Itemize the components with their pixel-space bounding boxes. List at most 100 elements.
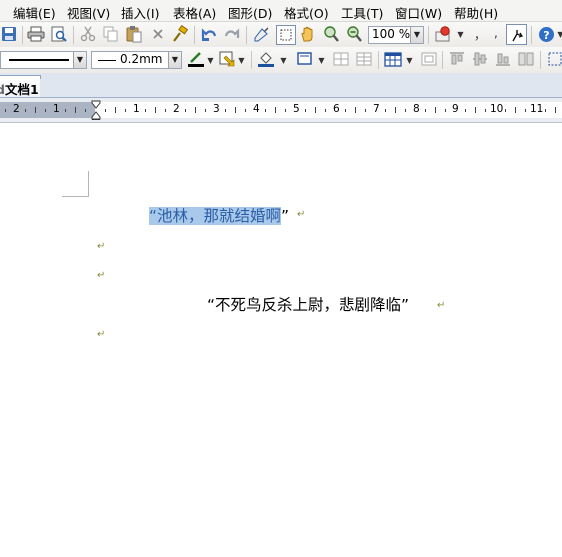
line-width-preview: [98, 60, 116, 61]
paste-icon[interactable]: [125, 25, 143, 43]
ruler-number: 7: [373, 103, 380, 115]
ruler-tick: [325, 109, 326, 112]
table-split-icon[interactable]: [355, 50, 373, 68]
zoom-combo[interactable]: 100 % ▼: [368, 26, 424, 44]
line-style-combo[interactable]: ▼: [0, 51, 87, 69]
menu-edit[interactable]: 编辑(E): [13, 3, 56, 22]
chevron-down-icon[interactable]: ▼: [168, 52, 181, 68]
cut-icon[interactable]: [79, 25, 97, 43]
fill-color-icon[interactable]: [257, 50, 275, 68]
indent-marker-icon[interactable]: [91, 100, 101, 120]
format-painter-icon[interactable]: [171, 25, 189, 43]
tab-document[interactable]: d文档1: [0, 75, 41, 97]
zoom-out-icon[interactable]: [345, 25, 363, 43]
ruler-tick: [65, 109, 66, 112]
print-preview-icon[interactable]: [50, 25, 68, 43]
document-tab-strip: d文档1: [0, 73, 562, 98]
selected-text[interactable]: “池林，那就结婚啊: [149, 207, 282, 225]
ruler-number: 10: [490, 103, 504, 115]
ruler-tick: [305, 109, 306, 112]
line-style-preview: [9, 59, 69, 61]
chevron-down-icon[interactable]: ▼: [410, 27, 423, 43]
copy-icon[interactable]: [102, 25, 120, 43]
line-ends-icon[interactable]: [218, 50, 236, 68]
frame-icon[interactable]: [546, 50, 562, 68]
ruler-number: 5: [293, 103, 300, 115]
ruler-tick: [355, 107, 356, 113]
menu-tools[interactable]: 工具(T): [341, 3, 383, 22]
ruler-tick: [75, 107, 76, 113]
menu-view[interactable]: 视图(V): [67, 3, 110, 22]
borders-icon[interactable]: [420, 50, 438, 68]
ruler-number: 9: [452, 103, 459, 115]
line-width-combo[interactable]: 0.2mm ▼: [91, 51, 182, 69]
document-page[interactable]: [0, 123, 562, 557]
ruler-tick: [205, 109, 206, 112]
chevron-down-icon[interactable]: ▼: [455, 27, 466, 42]
ruler-tick: [475, 107, 476, 113]
ruler-tick: [435, 107, 436, 113]
ruler-number: 2: [13, 103, 20, 115]
ruler-tick: [345, 109, 346, 112]
ruler-tick: [265, 109, 266, 112]
ruler-tick: [525, 109, 526, 112]
ruler-number: 6: [333, 103, 340, 115]
chevron-down-icon[interactable]: ▼: [205, 53, 216, 68]
hand-icon[interactable]: [299, 25, 317, 43]
draw-icon[interactable]: [253, 25, 271, 43]
save-icon[interactable]: [0, 25, 18, 43]
chevron-down-icon[interactable]: ▼: [555, 27, 562, 42]
chevron-down-icon[interactable]: ▼: [236, 53, 247, 68]
menu-insert[interactable]: 插入(I): [121, 3, 159, 22]
help-icon[interactable]: ?: [537, 25, 555, 43]
delete-icon[interactable]: [149, 25, 167, 43]
ruler-tick: [45, 109, 46, 112]
ruler-tick: [5, 109, 6, 112]
ruler-tick: [385, 109, 386, 112]
ruler-tick: [85, 109, 86, 112]
special-icon[interactable]: [506, 24, 527, 45]
ruler-number: 11: [530, 103, 544, 115]
toolbar-separator: [428, 26, 429, 44]
menu-format[interactable]: 格式(O): [284, 3, 329, 22]
horizontal-ruler[interactable]: 2 1 1 2 3 4 5 6 7 8 9 10 11: [0, 102, 562, 118]
print-icon[interactable]: [27, 25, 45, 43]
line-color-icon[interactable]: [187, 50, 205, 68]
ruler-tick: [225, 109, 226, 112]
insert-object-icon[interactable]: [435, 25, 453, 43]
chevron-down-icon[interactable]: ▼: [316, 53, 327, 68]
ruler-tick: [425, 109, 426, 112]
menu-window[interactable]: 窗口(W): [395, 3, 442, 22]
document-line-1[interactable]: “池林，那就结婚啊”: [149, 204, 289, 226]
document-line-4[interactable]: “不死鸟反杀上尉，悲剧降临”: [207, 293, 409, 315]
table-grid-icon[interactable]: [332, 50, 350, 68]
chevron-down-icon[interactable]: ▼: [73, 52, 86, 68]
comma-glyph[interactable]: ,: [494, 26, 498, 40]
menu-table[interactable]: 表格(A): [173, 3, 216, 22]
insert-table-icon[interactable]: [384, 50, 402, 68]
align-middle-icon[interactable]: [471, 50, 489, 68]
ruler-tick: [365, 109, 366, 112]
distribute-icon[interactable]: [517, 50, 535, 68]
align-top-icon[interactable]: [448, 50, 466, 68]
svg-text:?: ?: [543, 29, 549, 42]
zoom-in-icon[interactable]: [322, 25, 340, 43]
select-icon[interactable]: [276, 25, 296, 45]
toolbar-separator: [378, 51, 379, 69]
chevron-down-icon[interactable]: ▼: [404, 53, 415, 68]
shadow-icon[interactable]: [296, 50, 314, 68]
chevron-down-icon[interactable]: ▼: [278, 53, 289, 68]
redo-icon[interactable]: [223, 25, 241, 43]
align-bottom-icon[interactable]: [494, 50, 512, 68]
menu-graphics[interactable]: 图形(D): [228, 3, 272, 22]
drawing-toolbar: ▼ 0.2mm ▼ ▼ ▼ ▼ ▼ ▼: [0, 47, 562, 74]
toolbar-separator: [246, 26, 247, 44]
comma-glyph[interactable]: ，: [474, 26, 486, 43]
ruler-tick: [505, 109, 506, 112]
ruler-tick: [515, 107, 516, 113]
toolbar-separator: [194, 26, 195, 44]
undo-icon[interactable]: [200, 25, 218, 43]
ruler-tick: [545, 109, 546, 112]
menu-help[interactable]: 帮助(H): [454, 3, 498, 22]
ruler-tick: [155, 107, 156, 113]
